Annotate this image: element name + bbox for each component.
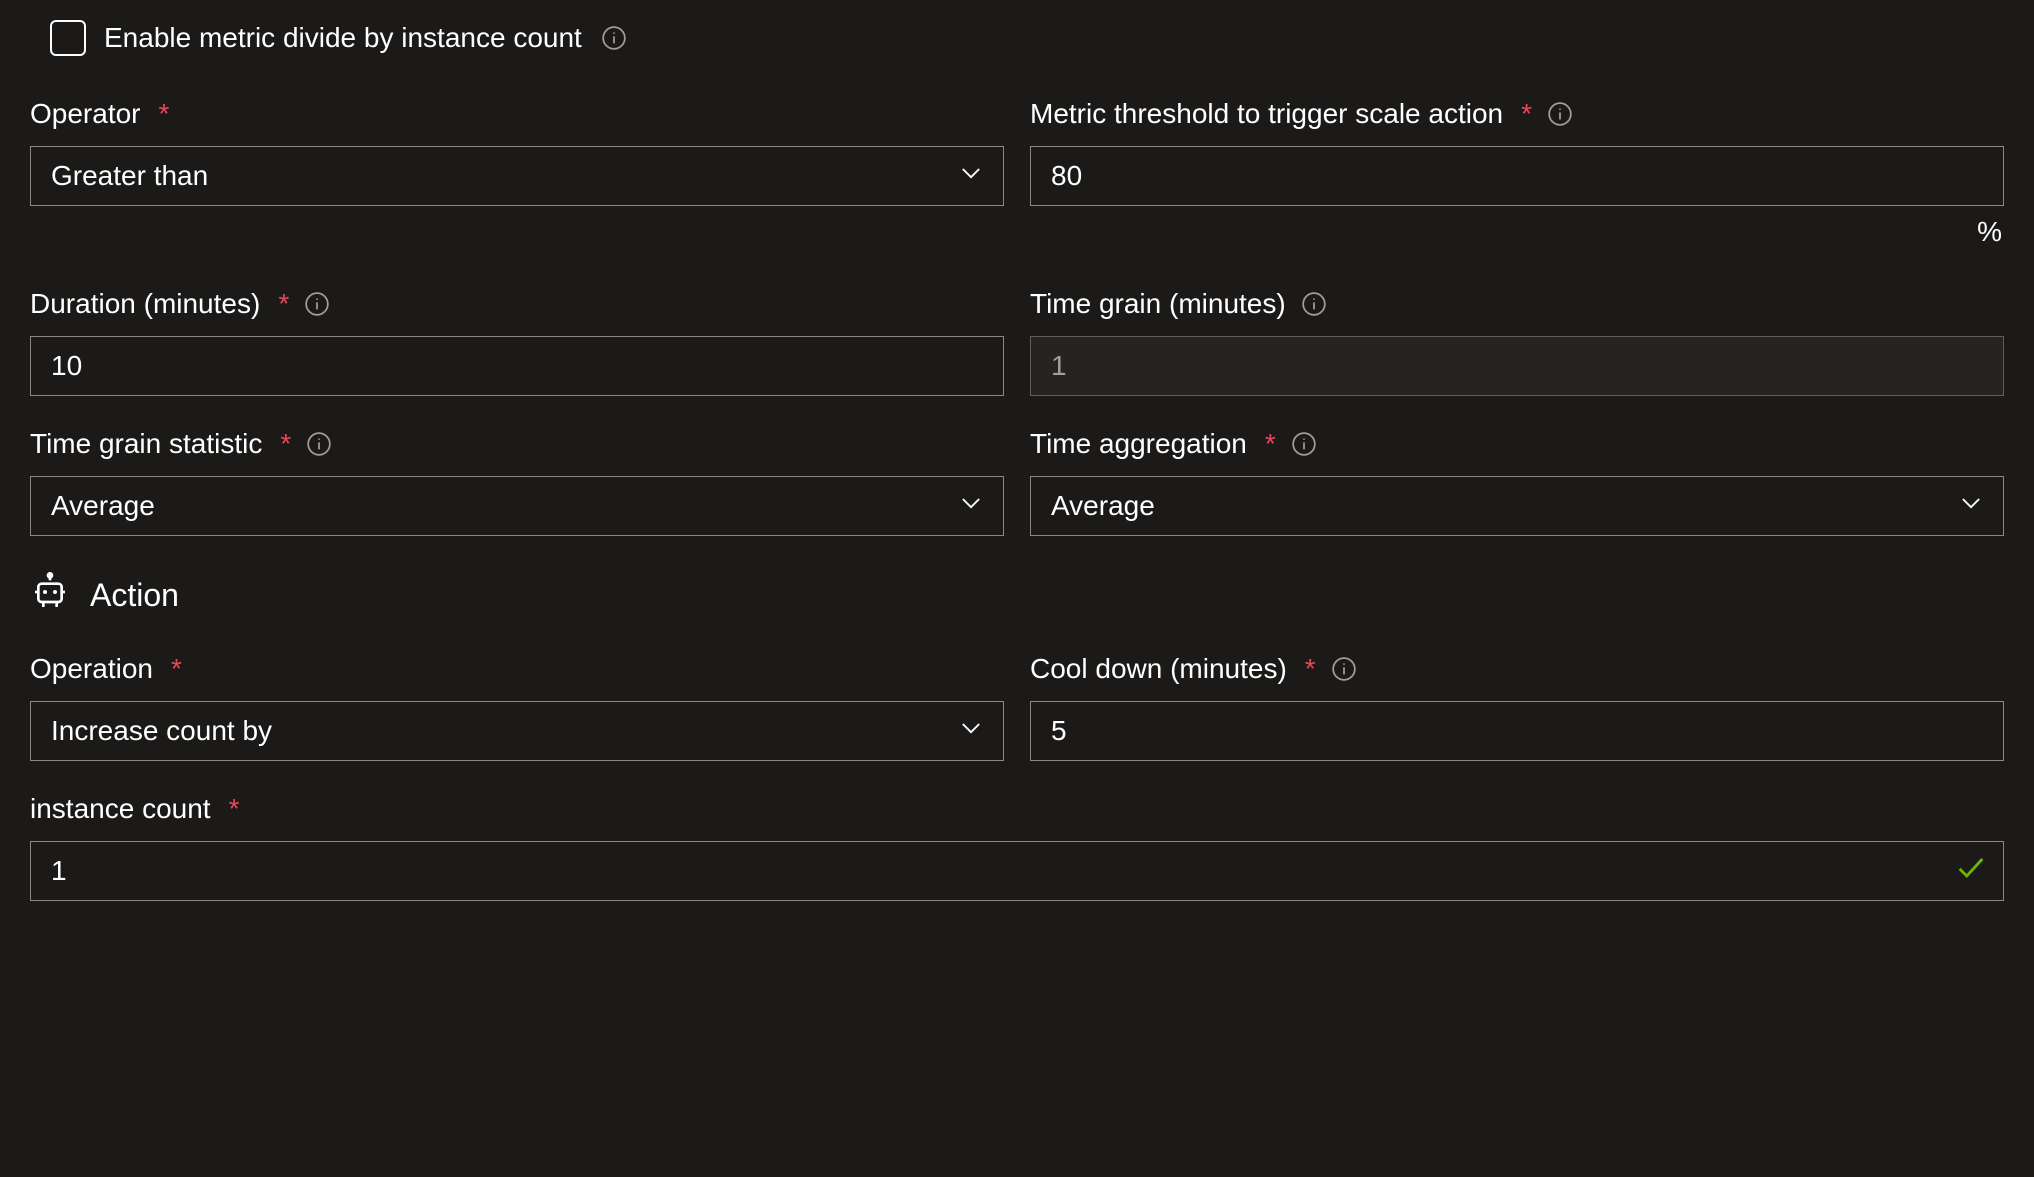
robot-icon xyxy=(30,572,70,619)
operation-select[interactable]: Increase count by xyxy=(30,701,1004,761)
timeagg-select[interactable]: Average xyxy=(1030,476,2004,536)
timegrain-label-row: Time grain (minutes) xyxy=(1030,284,2004,324)
required-asterisk: * xyxy=(159,98,170,130)
required-asterisk: * xyxy=(1265,428,1276,460)
required-asterisk: * xyxy=(171,653,182,685)
required-asterisk: * xyxy=(229,793,240,825)
tgstat-select[interactable]: Average xyxy=(30,476,1004,536)
operation-label-row: Operation * xyxy=(30,649,1004,689)
duration-label-row: Duration (minutes) * xyxy=(30,284,1004,324)
threshold-input[interactable] xyxy=(1030,146,2004,206)
threshold-label-row: Metric threshold to trigger scale action… xyxy=(1030,94,2004,134)
operator-label-row: Operator * xyxy=(30,94,1004,134)
cooldown-label: Cool down (minutes) xyxy=(1030,653,1287,685)
tgstat-label: Time grain statistic xyxy=(30,428,262,460)
timeagg-value: Average xyxy=(1051,490,1155,522)
required-asterisk: * xyxy=(280,428,291,460)
required-asterisk: * xyxy=(1521,98,1532,130)
instancecount-label: instance count xyxy=(30,793,211,825)
timegrain-input xyxy=(1030,336,2004,396)
required-asterisk: * xyxy=(1305,653,1316,685)
instancecount-input[interactable] xyxy=(30,841,2004,901)
timegrain-label: Time grain (minutes) xyxy=(1030,288,1286,320)
enable-divide-checkbox[interactable] xyxy=(50,20,86,56)
duration-input[interactable] xyxy=(30,336,1004,396)
info-icon[interactable] xyxy=(600,24,628,52)
tgstat-value: Average xyxy=(51,490,155,522)
cooldown-input[interactable] xyxy=(1030,701,2004,761)
info-icon[interactable] xyxy=(1300,290,1328,318)
timeagg-label-row: Time aggregation * xyxy=(1030,424,2004,464)
tgstat-label-row: Time grain statistic * xyxy=(30,424,1004,464)
action-title: Action xyxy=(90,577,179,614)
operation-label: Operation xyxy=(30,653,153,685)
timeagg-label: Time aggregation xyxy=(1030,428,1247,460)
required-asterisk: * xyxy=(278,288,289,320)
operation-value: Increase count by xyxy=(51,715,272,747)
enable-divide-row: Enable metric divide by instance count xyxy=(30,20,2004,56)
info-icon[interactable] xyxy=(303,290,331,318)
info-icon[interactable] xyxy=(1546,100,1574,128)
threshold-suffix: % xyxy=(1030,216,2004,248)
duration-label: Duration (minutes) xyxy=(30,288,260,320)
operator-label: Operator xyxy=(30,98,141,130)
chevron-down-icon xyxy=(1957,489,1985,524)
operator-value: Greater than xyxy=(51,160,208,192)
info-icon[interactable] xyxy=(305,430,333,458)
cooldown-label-row: Cool down (minutes) * xyxy=(1030,649,2004,689)
chevron-down-icon xyxy=(957,489,985,524)
instancecount-label-row: instance count * xyxy=(30,789,2004,829)
operator-select[interactable]: Greater than xyxy=(30,146,1004,206)
info-icon[interactable] xyxy=(1290,430,1318,458)
threshold-label: Metric threshold to trigger scale action xyxy=(1030,98,1503,130)
action-section-title: Action xyxy=(30,572,2004,619)
chevron-down-icon xyxy=(957,159,985,194)
chevron-down-icon xyxy=(957,714,985,749)
info-icon[interactable] xyxy=(1330,655,1358,683)
enable-divide-label: Enable metric divide by instance count xyxy=(104,22,582,54)
